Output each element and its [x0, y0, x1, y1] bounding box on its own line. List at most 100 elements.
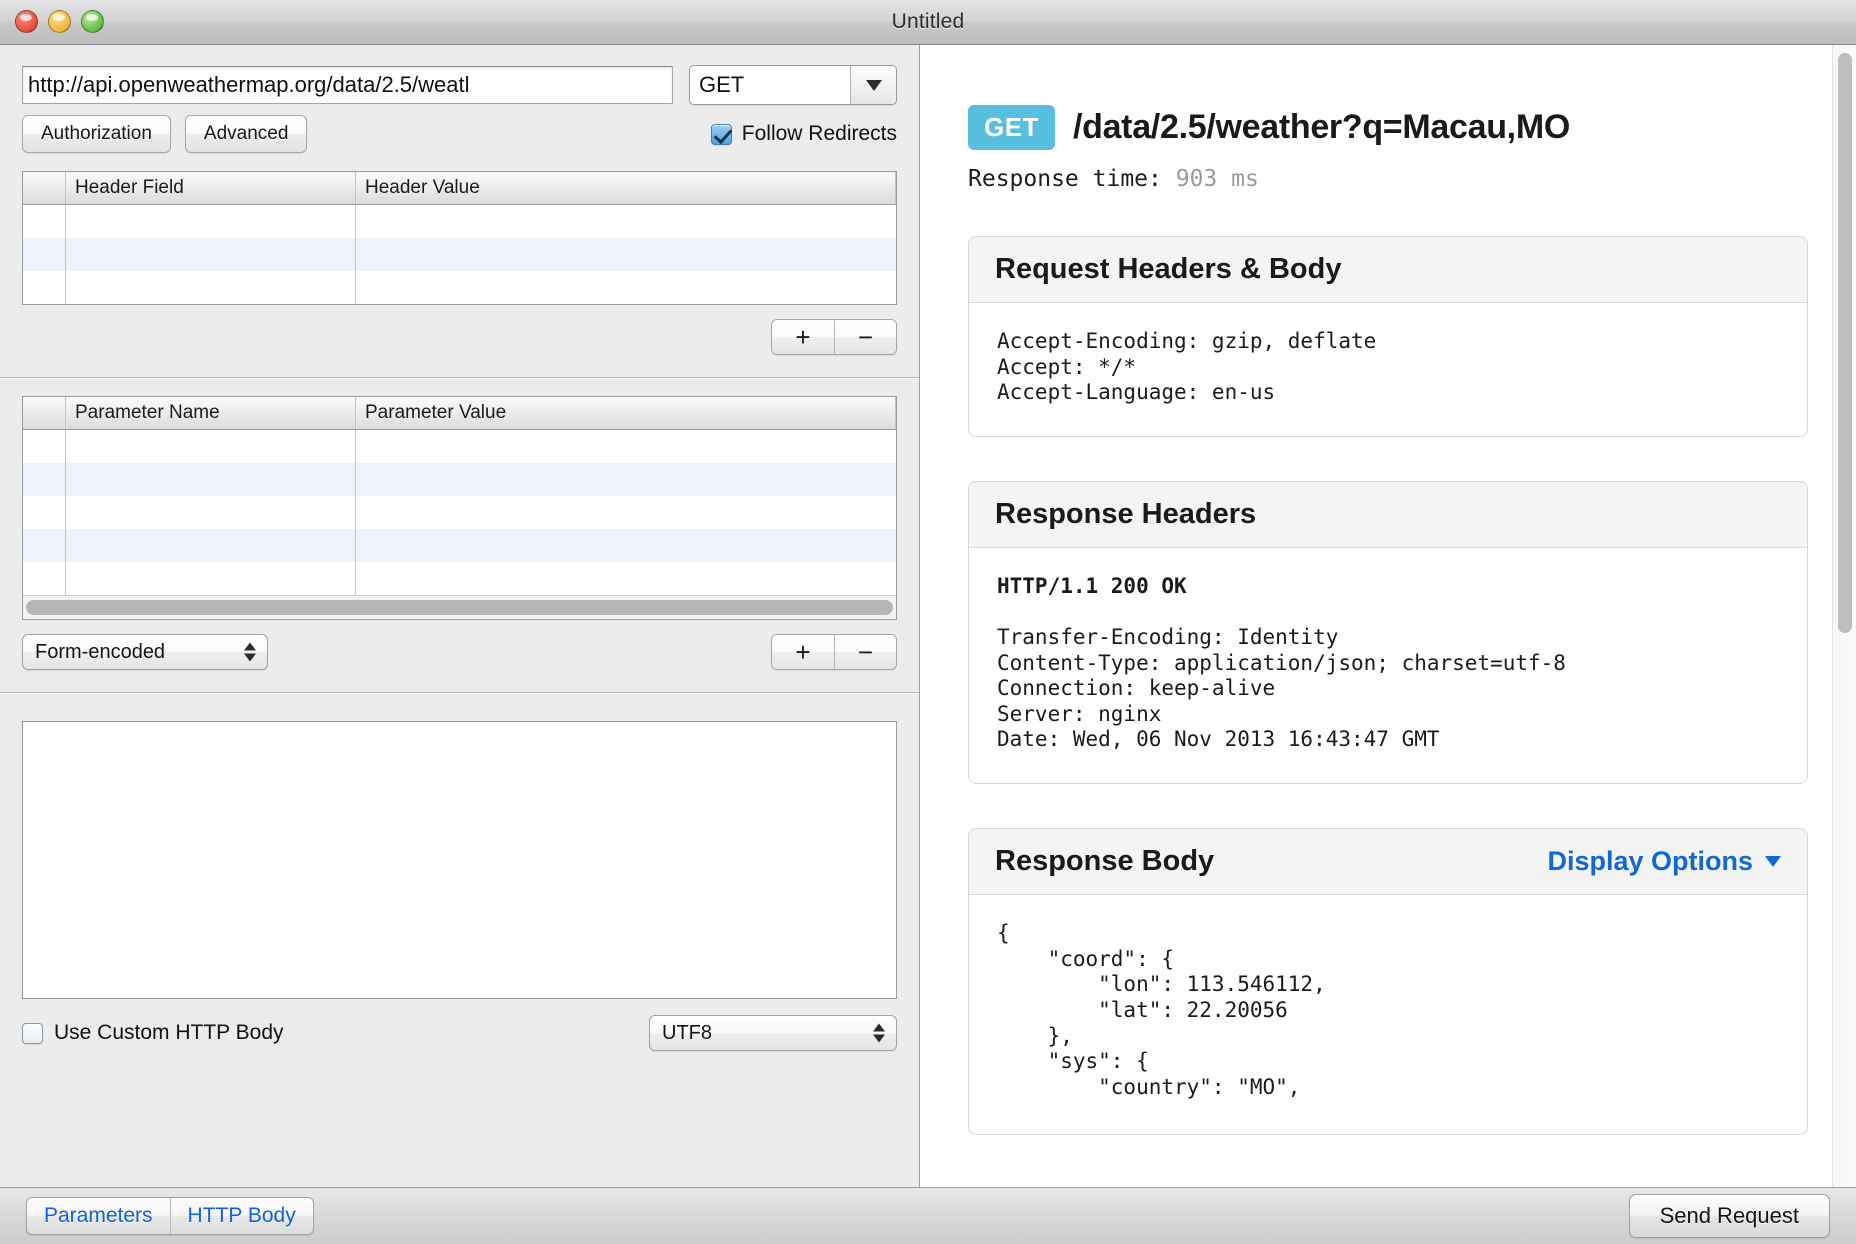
stepper-icon: [244, 643, 256, 662]
app-window: Untitled http://api.openweathermap.org/d…: [0, 0, 1856, 1244]
headers-table[interactable]: Header Field Header Value: [22, 171, 897, 305]
window-title: Untitled: [0, 10, 1856, 34]
encoding-select-value: Form-encoded: [35, 641, 165, 664]
send-request-button[interactable]: Send Request: [1629, 1194, 1830, 1238]
custom-body-controls-row: Use Custom HTTP Body UTF8: [0, 999, 919, 1051]
cell-header-field[interactable]: [66, 238, 356, 271]
headers-table-body: [23, 205, 896, 304]
tab-http-body[interactable]: HTTP Body: [170, 1198, 313, 1234]
request-headers-body: Accept-Encoding: gzip, deflate Accept: *…: [969, 303, 1807, 436]
cell-header-value[interactable]: [356, 271, 896, 304]
display-options-button[interactable]: Display Options: [1547, 846, 1781, 877]
url-input[interactable]: http://api.openweathermap.org/data/2.5/w…: [22, 66, 673, 104]
url-section: http://api.openweathermap.org/data/2.5/w…: [0, 45, 919, 377]
column-header-header-field[interactable]: Header Field: [66, 172, 356, 204]
request-headers-card: Request Headers & Body Accept-Encoding: …: [968, 236, 1808, 437]
http-method-select[interactable]: GET: [689, 65, 897, 105]
cell-parameter-value[interactable]: [356, 496, 896, 529]
follow-redirects-checkbox[interactable]: [711, 124, 732, 145]
custom-body-section: Use Custom HTTP Body UTF8: [0, 721, 919, 1051]
remove-header-button[interactable]: −: [834, 320, 896, 354]
cell-parameter-name[interactable]: [66, 496, 356, 529]
cell-header-value[interactable]: [356, 205, 896, 238]
http-method-value: GET: [690, 72, 850, 98]
response-body-title: Response Body: [995, 845, 1214, 878]
table-row[interactable]: [23, 271, 896, 304]
row-gutter: [23, 205, 66, 238]
response-time-unit: ms: [1231, 166, 1259, 192]
cell-parameter-value[interactable]: [356, 463, 896, 496]
cell-parameter-value[interactable]: [356, 529, 896, 562]
column-header-header-value[interactable]: Header Value: [356, 172, 896, 204]
follow-redirects-control[interactable]: Follow Redirects: [711, 122, 897, 146]
response-headers-card-header: Response Headers: [969, 482, 1807, 548]
charset-select[interactable]: UTF8: [649, 1015, 897, 1051]
advanced-button[interactable]: Advanced: [185, 115, 308, 153]
row-gutter: [23, 430, 66, 463]
response-body-content: { "coord": { "lon": 113.546112, "lat": 2…: [969, 895, 1807, 1134]
response-viewer-pane: GET /data/2.5/weather?q=Macau,MO Respons…: [920, 45, 1856, 1187]
request-summary: GET /data/2.5/weather?q=Macau,MO: [968, 105, 1808, 150]
parameters-table-body: [23, 430, 896, 595]
cell-header-field[interactable]: [66, 271, 356, 304]
cell-parameter-name[interactable]: [66, 562, 356, 595]
parameters-table-header: Parameter Name Parameter Value: [23, 397, 896, 430]
authorization-button[interactable]: Authorization: [22, 115, 171, 153]
column-header-parameter-value[interactable]: Parameter Value: [356, 397, 896, 429]
display-options-label: Display Options: [1547, 846, 1753, 877]
cell-parameter-value[interactable]: [356, 430, 896, 463]
parameters-section: Parameter Name Parameter Value: [0, 396, 919, 692]
headers-add-remove-group[interactable]: + −: [771, 319, 897, 355]
response-vertical-scrollbar[interactable]: [1832, 45, 1856, 1187]
triangle-down-icon: [244, 654, 256, 662]
parameters-add-remove-group[interactable]: + −: [771, 634, 897, 670]
response-headers-card: Response Headers HTTP/1.1 200 OK Transfe…: [968, 481, 1808, 784]
remove-parameter-button[interactable]: −: [834, 635, 896, 669]
table-row[interactable]: [23, 205, 896, 238]
parameters-table[interactable]: Parameter Name Parameter Value: [22, 396, 897, 620]
cell-header-value[interactable]: [356, 238, 896, 271]
response-headers-list: Transfer-Encoding: Identity Content-Type…: [997, 625, 1566, 751]
cell-parameter-value[interactable]: [356, 562, 896, 595]
method-dropdown-button[interactable]: [850, 66, 896, 104]
response-content: GET /data/2.5/weather?q=Macau,MO Respons…: [920, 45, 1856, 1187]
row-gutter: [23, 529, 66, 562]
add-header-button[interactable]: +: [772, 320, 834, 354]
response-body-card: Response Body Display Options { "coord":…: [968, 828, 1808, 1135]
table-row[interactable]: [23, 562, 896, 595]
response-time: Response time: 903 ms: [968, 166, 1808, 192]
cell-parameter-name[interactable]: [66, 463, 356, 496]
title-bar: Untitled: [0, 0, 1856, 45]
stepper-icon: [873, 1024, 885, 1043]
cell-header-field[interactable]: [66, 205, 356, 238]
cell-parameter-name[interactable]: [66, 529, 356, 562]
table-row[interactable]: [23, 463, 896, 496]
scrollbar-thumb[interactable]: [1838, 53, 1852, 633]
editor-tab-group[interactable]: Parameters HTTP Body: [26, 1197, 314, 1235]
table-row[interactable]: [23, 496, 896, 529]
request-editor-pane: http://api.openweathermap.org/data/2.5/w…: [0, 45, 920, 1187]
tab-parameters[interactable]: Parameters: [27, 1198, 170, 1234]
triangle-up-icon: [873, 1024, 885, 1032]
column-header-parameter-name[interactable]: Parameter Name: [66, 397, 356, 429]
row-gutter: [23, 463, 66, 496]
follow-redirects-label: Follow Redirects: [742, 122, 897, 146]
parameters-horizontal-scrollbar[interactable]: [23, 595, 896, 619]
chevron-down-icon: [1765, 856, 1781, 867]
headers-controls-row: + −: [0, 305, 919, 355]
cell-parameter-name[interactable]: [66, 430, 356, 463]
table-row[interactable]: [23, 238, 896, 271]
url-row: http://api.openweathermap.org/data/2.5/w…: [0, 45, 919, 105]
headers-gutter-header: [23, 172, 66, 204]
table-row[interactable]: [23, 430, 896, 463]
use-custom-http-body-checkbox[interactable]: [22, 1023, 43, 1044]
add-parameter-button[interactable]: +: [772, 635, 834, 669]
triangle-up-icon: [244, 643, 256, 651]
response-headers-body: HTTP/1.1 200 OK Transfer-Encoding: Ident…: [969, 548, 1807, 783]
scrollbar-thumb[interactable]: [26, 600, 893, 615]
response-status-line: HTTP/1.1 200 OK: [997, 574, 1187, 598]
encoding-select[interactable]: Form-encoded: [22, 634, 268, 670]
table-row[interactable]: [23, 529, 896, 562]
custom-body-textarea[interactable]: [22, 721, 897, 999]
response-time-label: Response time:: [968, 166, 1162, 192]
